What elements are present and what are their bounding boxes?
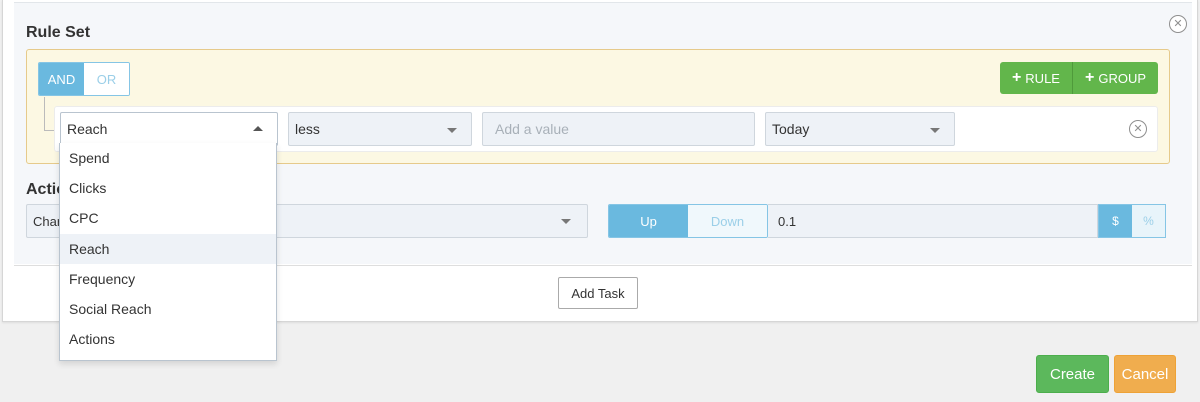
unit-toggle: $ % xyxy=(1098,204,1166,238)
rule-set-title: Rule Set xyxy=(26,24,91,41)
close-circle-icon[interactable]: ✕ xyxy=(1129,120,1147,138)
dropdown-option-spend[interactable]: Spend xyxy=(60,143,276,173)
down-button[interactable]: Down xyxy=(688,205,767,237)
caret-down-icon xyxy=(447,128,457,133)
amount-input[interactable] xyxy=(768,204,1098,238)
period-select-value: Today xyxy=(772,121,810,137)
operator-select[interactable]: less xyxy=(288,112,472,146)
and-button[interactable]: AND xyxy=(39,63,84,95)
period-select[interactable]: Today xyxy=(765,112,955,146)
close-circle-icon[interactable]: ✕ xyxy=(1169,15,1187,33)
caret-up-icon xyxy=(253,126,263,131)
field-select-value: Reach xyxy=(67,121,108,137)
add-rule-label: RULE xyxy=(1025,70,1060,86)
field-select[interactable]: Reach xyxy=(60,112,278,146)
value-input[interactable] xyxy=(482,112,755,146)
percent-button[interactable]: % xyxy=(1132,205,1165,237)
dropdown-option-social-reach[interactable]: Social Reach xyxy=(60,294,276,324)
add-group-label: GROUP xyxy=(1098,70,1146,86)
dropdown-option-clicks[interactable]: Clicks xyxy=(60,173,276,203)
dropdown-option-cpc[interactable]: CPC xyxy=(60,203,276,233)
create-button[interactable]: Create xyxy=(1036,355,1109,393)
caret-down-icon xyxy=(930,128,940,133)
plus-icon: + xyxy=(1011,69,1022,86)
add-group-button[interactable]: + GROUP xyxy=(1071,62,1158,94)
operator-select-value: less xyxy=(295,121,320,137)
cancel-button[interactable]: Cancel xyxy=(1114,355,1176,393)
action-select-value: Char xyxy=(33,213,62,229)
field-dropdown-menu: Spend Clicks CPC Reach Frequency Social … xyxy=(59,143,277,361)
add-buttons: + RULE + GROUP xyxy=(999,62,1158,94)
or-button[interactable]: OR xyxy=(84,63,129,95)
dropdown-option-frequency[interactable]: Frequency xyxy=(60,264,276,294)
condition-toggle: AND OR xyxy=(38,62,130,96)
add-task-button[interactable]: Add Task xyxy=(558,277,638,309)
dropdown-option-actions[interactable]: Actions xyxy=(60,324,276,354)
dollar-button[interactable]: $ xyxy=(1099,205,1132,237)
dropdown-option-reach[interactable]: Reach xyxy=(60,233,276,264)
caret-down-icon xyxy=(561,219,571,224)
direction-toggle: Up Down xyxy=(608,204,768,238)
add-rule-button[interactable]: + RULE xyxy=(999,62,1072,94)
plus-icon: + xyxy=(1084,69,1095,86)
up-button[interactable]: Up xyxy=(609,205,688,237)
